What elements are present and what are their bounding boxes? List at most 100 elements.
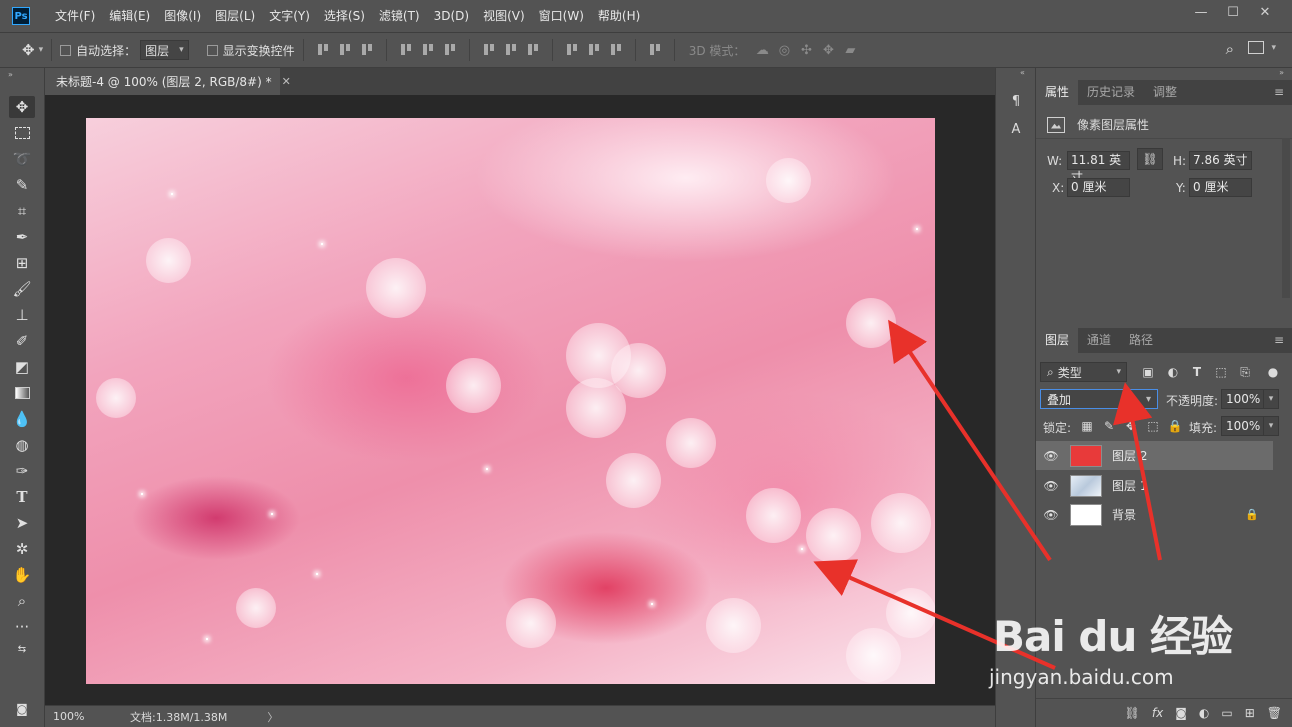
filter-pixel-icon[interactable]: ▣ [1140, 364, 1156, 380]
tab-properties[interactable]: 属性 [1036, 80, 1079, 105]
visibility-eye-icon[interactable]: 👁 [1036, 479, 1066, 493]
new-layer-icon[interactable]: ⊞ [1245, 706, 1255, 720]
layer-filter-kind[interactable]: ⌕ 类型 ▾ [1040, 362, 1127, 382]
align-right-icon[interactable] [441, 41, 459, 59]
workspace-icon[interactable] [1248, 41, 1264, 54]
tab-layers[interactable]: 图层 [1036, 328, 1079, 353]
auto-select-dropdown[interactable]: 图层 ▾ [140, 40, 189, 60]
maximize-button[interactable]: ☐ [1218, 2, 1248, 22]
character-panel-icon[interactable]: A [1005, 118, 1027, 140]
align-bottom-icon[interactable] [358, 41, 376, 59]
filter-smart-object-icon[interactable]: ⎘ [1237, 364, 1253, 380]
tool-preset-arrow-icon[interactable]: ▾ [39, 45, 44, 55]
tab-history[interactable]: 历史记录 [1078, 80, 1144, 105]
status-menu-arrow-icon[interactable]: 〉 [267, 709, 278, 725]
link-dimensions-icon[interactable]: ⛓ [1137, 148, 1163, 170]
close-icon[interactable]: ✕ [282, 75, 291, 88]
quick-selection-tool-icon[interactable]: ✎ [9, 174, 35, 196]
distribute-vcenter-icon[interactable] [502, 41, 520, 59]
align-hcenter-icon[interactable] [419, 41, 437, 59]
lock-position-icon[interactable]: ✥ [1124, 419, 1138, 433]
menu-view[interactable]: 视图(V) [476, 0, 532, 32]
layer-row-background[interactable]: 👁 背景 🔒 [1036, 500, 1273, 529]
filter-adjustment-icon[interactable]: ◐ [1165, 364, 1181, 380]
lock-pixels-icon[interactable]: ✎ [1102, 419, 1116, 433]
canvas-image[interactable] [86, 118, 935, 684]
x-field[interactable]: 0 厘米 [1067, 178, 1130, 197]
close-button[interactable]: ✕ [1250, 2, 1280, 22]
3d-slide-icon[interactable]: ✥ [819, 41, 837, 59]
tab-channels[interactable]: 通道 [1078, 328, 1120, 353]
new-group-icon[interactable]: ▭ [1221, 706, 1232, 720]
lock-artboard-icon[interactable]: ⬚ [1146, 419, 1160, 433]
properties-scrollbar[interactable] [1282, 138, 1290, 298]
visibility-eye-icon[interactable]: 👁 [1036, 508, 1066, 522]
filter-shape-icon[interactable]: ⬚ [1213, 364, 1229, 380]
menu-select[interactable]: 选择(S) [317, 0, 372, 32]
brush-tool-icon[interactable]: 🖌 [9, 278, 35, 300]
menu-filter[interactable]: 滤镜(T) [372, 0, 427, 32]
eraser-tool-icon[interactable]: ◩ [9, 356, 35, 378]
show-transform-checkbox[interactable] [206, 44, 218, 56]
menu-type[interactable]: 文字(Y) [262, 0, 317, 32]
blend-mode-dropdown[interactable]: 叠加 ▾ [1040, 389, 1158, 409]
search-icon[interactable]: ⌕ [1226, 40, 1234, 58]
lasso-tool-icon[interactable]: ➰ [9, 148, 35, 170]
move-tool-icon[interactable]: ✥ [9, 96, 35, 118]
menu-window[interactable]: 窗口(W) [532, 0, 591, 32]
menu-image[interactable]: 图像(I) [157, 0, 208, 32]
collapse-icon[interactable]: « [1020, 68, 1025, 77]
3d-camera-icon[interactable]: ▰ [841, 41, 859, 59]
add-mask-icon[interactable]: ◙ [1175, 706, 1187, 720]
collapse-icon[interactable]: » [8, 70, 13, 79]
auto-align-icon[interactable] [646, 41, 664, 59]
layer-style-fx-icon[interactable]: fx [1152, 706, 1163, 720]
visibility-eye-icon[interactable]: 👁 [1036, 449, 1066, 463]
shape-tool-icon[interactable]: ✲ [9, 538, 35, 560]
eyedropper-tool-icon[interactable]: ✒ [9, 226, 35, 248]
align-vcenter-icon[interactable] [336, 41, 354, 59]
paragraph-panel-icon[interactable]: ¶ [1005, 90, 1027, 112]
menu-3d[interactable]: 3D(D) [427, 0, 476, 32]
align-top-icon[interactable] [314, 41, 332, 59]
move-tool-icon[interactable]: ✥ [22, 41, 35, 59]
chevron-down-icon[interactable]: ▾ [1263, 389, 1279, 409]
distribute-top-icon[interactable] [480, 41, 498, 59]
quick-mask-icon[interactable]: ◙ [9, 698, 35, 720]
pen-tool-icon[interactable]: ✑ [9, 460, 35, 482]
3d-roll-icon[interactable]: ◎ [775, 41, 793, 59]
history-brush-tool-icon[interactable]: ✐ [9, 330, 35, 352]
clone-stamp-tool-icon[interactable]: ⊥ [9, 304, 35, 326]
lock-transparent-icon[interactable]: ▦ [1080, 419, 1094, 433]
panel-menu-icon[interactable]: ≡ [1274, 80, 1284, 105]
blur-tool-icon[interactable]: 💧 [9, 408, 35, 430]
hand-tool-icon[interactable]: ✋ [9, 564, 35, 586]
width-field[interactable]: 11.81 英寸 [1067, 151, 1130, 184]
crop-tool-icon[interactable]: ⌗ [9, 200, 35, 222]
auto-select-checkbox[interactable] [60, 44, 72, 56]
delete-layer-icon[interactable]: 🗑 [1267, 706, 1282, 720]
distribute-hcenter-icon[interactable] [585, 41, 603, 59]
tab-adjustments[interactable]: 调整 [1144, 80, 1186, 105]
document-tab[interactable]: 未标题-4 @ 100% (图层 2, RGB/8#) * ✕ [45, 68, 291, 95]
height-field[interactable]: 7.86 英寸 [1189, 151, 1252, 170]
chevron-down-icon[interactable]: ▾ [1263, 416, 1279, 436]
healing-brush-tool-icon[interactable]: ⊞ [9, 252, 35, 274]
distribute-bottom-icon[interactable] [524, 41, 542, 59]
minimize-button[interactable]: — [1186, 2, 1216, 22]
more-tools-icon[interactable]: ··· [9, 616, 35, 638]
menu-help[interactable]: 帮助(H) [591, 0, 647, 32]
type-tool-icon[interactable]: T [9, 486, 35, 508]
panel-menu-icon[interactable]: ≡ [1274, 328, 1284, 353]
align-left-icon[interactable] [397, 41, 415, 59]
distribute-left-icon[interactable] [563, 41, 581, 59]
3d-pan-icon[interactable]: ✣ [797, 41, 815, 59]
tab-paths[interactable]: 路径 [1120, 328, 1162, 353]
canvas-area[interactable] [45, 95, 995, 705]
y-field[interactable]: 0 厘米 [1189, 178, 1252, 197]
layer-row-layer1[interactable]: 👁 图层 1 [1036, 471, 1273, 500]
menu-edit[interactable]: 编辑(E) [102, 0, 157, 32]
filter-toggle-icon[interactable]: ● [1265, 364, 1281, 380]
filter-type-icon[interactable]: T [1189, 364, 1205, 380]
link-layers-icon[interactable]: ⛓ [1125, 706, 1140, 720]
